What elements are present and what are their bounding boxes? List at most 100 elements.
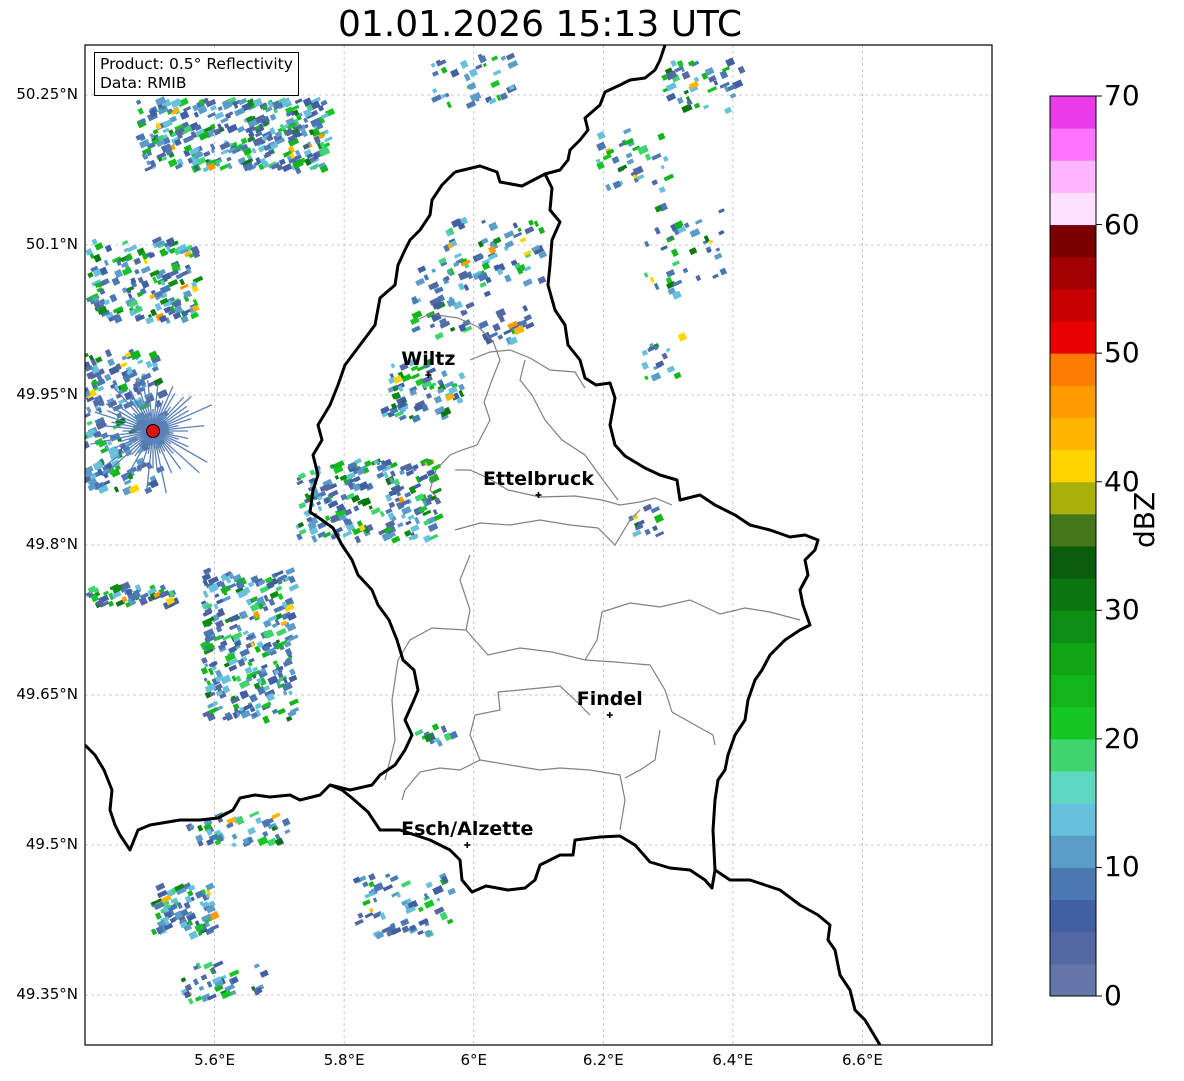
colorbar-segment [1050, 610, 1096, 643]
echo-pixel [353, 505, 360, 512]
echo-pixel [97, 385, 105, 392]
lat-tick-label: 49.8°N [25, 535, 78, 553]
echo-pixel [411, 372, 421, 380]
echo-pixel [317, 505, 323, 512]
echo-pixel [154, 912, 162, 920]
city-label: Wiltz [401, 348, 455, 370]
echo-pixel [428, 533, 439, 541]
echo-pixel [725, 57, 736, 67]
echo-pixel [145, 360, 153, 369]
echo-pixel [457, 270, 469, 281]
echo-pixel [458, 371, 466, 380]
echo-pixel [644, 153, 652, 161]
echo-pixel [133, 257, 142, 266]
echo-pixel [276, 628, 287, 637]
echo-pixel [212, 960, 224, 968]
colorbar-segment [1050, 642, 1096, 676]
echo-pixel [637, 174, 645, 181]
echo-pixel [255, 817, 263, 825]
echo-pixel [368, 873, 376, 881]
echo-pixel [492, 69, 502, 76]
echo-pixel [418, 473, 429, 482]
radar-echoes [85, 52, 746, 1005]
colorbar-segment [1050, 160, 1096, 193]
echo-pixel [432, 509, 438, 516]
colorbar-segment [1050, 288, 1096, 322]
echo-pixel [281, 163, 293, 173]
echo-pixel [384, 873, 391, 879]
echo-pixel [417, 265, 427, 274]
echo-pixel [104, 348, 113, 358]
echo-pixel [660, 245, 668, 251]
echo-pixel [120, 362, 128, 368]
echo-pixel [202, 590, 209, 598]
echo-pixel [233, 107, 246, 117]
product-info-box: Product: 0.5° Reflectivity Data: RMIB [94, 52, 299, 96]
echo-pixel [457, 282, 465, 291]
echo-pixel [497, 334, 504, 340]
echo-pixel [432, 88, 438, 94]
echo-pixel [721, 66, 731, 73]
echo-pixel [277, 707, 286, 715]
echo-pixel [228, 613, 240, 623]
echo-pixel [183, 901, 191, 910]
echo-pixel [209, 105, 217, 112]
echo-pixel [204, 663, 209, 668]
echo-pixel [247, 826, 257, 836]
colorbar-tick-label: 50 [1104, 336, 1140, 370]
echo-pixel [715, 247, 721, 252]
echo-pixel [155, 882, 166, 892]
echo-pixel [188, 930, 199, 940]
echo-pixel [102, 479, 111, 486]
echo-pixel [137, 107, 144, 115]
echo-pixel [294, 98, 303, 105]
colorbar-segment [1050, 449, 1096, 483]
echo-pixel [107, 600, 115, 607]
echo-pixel [180, 977, 187, 983]
colorbar-segment [1050, 803, 1096, 836]
echo-pixel [400, 918, 410, 927]
echo-pixel [707, 86, 718, 94]
echo-pixel [197, 824, 204, 832]
echo-pixel [436, 897, 441, 902]
colorbar-tick-label: 10 [1104, 850, 1140, 884]
city-label: Ettelbruck [483, 468, 594, 490]
echo-pixel [86, 406, 92, 414]
echo-pixel [228, 664, 238, 672]
echo-pixel [605, 183, 612, 192]
echo-pixel [524, 226, 535, 235]
echo-pixel [239, 610, 249, 620]
echo-pixel [429, 323, 436, 329]
echo-pixel [149, 479, 159, 489]
echo-pixel [368, 907, 374, 913]
echo-pixel [434, 332, 444, 341]
echo-pixel [262, 830, 269, 838]
echo-pixel [440, 66, 448, 74]
echo-pixel [354, 918, 364, 926]
echo-pixel [642, 503, 653, 512]
echo-pixel [417, 929, 424, 936]
echo-pixel [439, 911, 449, 921]
radar-site-dot [146, 424, 161, 438]
echo-pixel [140, 265, 151, 274]
colorbar-segment [1050, 417, 1096, 451]
echo-pixel [268, 598, 276, 607]
echo-pixel [475, 63, 483, 70]
echo-pixel [379, 510, 385, 518]
echo-pixel [729, 92, 737, 99]
colorbar-segment [1050, 481, 1096, 515]
echo-pixel [126, 244, 138, 253]
colorbar-segment [1050, 385, 1096, 418]
echo-pixel [144, 165, 153, 172]
echo-pixel [200, 974, 208, 981]
echo-pixel [235, 675, 242, 683]
echo-pixel [200, 656, 208, 664]
lon-tick-label: 6°E [460, 1051, 487, 1069]
echo-pixel [193, 111, 200, 118]
colorbar-segment [1050, 578, 1096, 611]
echo-pixel [242, 630, 249, 636]
echo-pixel [660, 164, 665, 170]
echo-pixel [298, 501, 307, 510]
echo-pixel [334, 474, 340, 480]
echo-pixel [737, 65, 746, 74]
